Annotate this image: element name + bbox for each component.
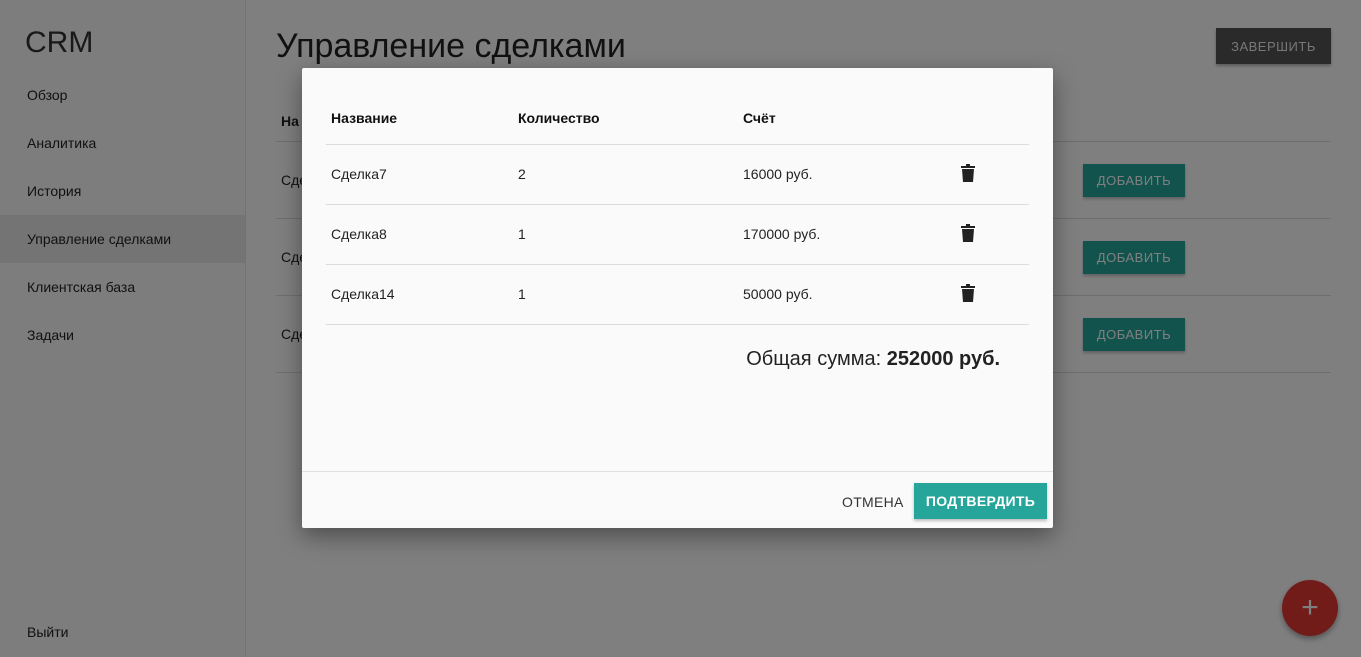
cell-name: Сделка8 (326, 204, 513, 265)
cancel-button[interactable]: ОТМЕНА (832, 484, 914, 520)
cell-actions (953, 204, 1029, 265)
cell-bill: 16000 руб. (738, 144, 953, 205)
cart-modal: Название Количество Счёт Сделка7 2 16000… (302, 68, 1053, 528)
total-sum: Общая сумма: 252000 руб. (746, 348, 1000, 371)
table-row: Сделка7 2 16000 руб. (326, 144, 1029, 205)
cart-table-header: Название Количество Счёт (326, 92, 1029, 145)
cell-quantity: 1 (513, 204, 738, 265)
cell-bill: 170000 руб. (738, 204, 953, 265)
trash-icon[interactable] (961, 223, 975, 242)
cell-name: Сделка14 (326, 264, 513, 325)
cell-actions (953, 264, 1029, 325)
cell-quantity: 2 (513, 144, 738, 205)
total-value: 252000 руб. (886, 348, 1000, 370)
column-header-actions (953, 92, 1029, 145)
modal-footer: ОТМЕНА ПОДТВЕРДИТЬ (302, 471, 1053, 528)
confirm-button[interactable]: ПОДТВЕРДИТЬ (914, 483, 1047, 519)
table-row: Сделка8 1 170000 руб. (326, 204, 1029, 265)
column-header-name: Название (326, 92, 513, 145)
column-header-quantity: Количество (513, 92, 738, 145)
cell-quantity: 1 (513, 264, 738, 325)
column-header-bill: Счёт (738, 92, 953, 145)
cell-name: Сделка7 (326, 144, 513, 205)
trash-icon[interactable] (961, 283, 975, 302)
total-label: Общая сумма: (746, 348, 882, 370)
table-row: Сделка14 1 50000 руб. (326, 264, 1029, 325)
cart-table: Название Количество Счёт Сделка7 2 16000… (326, 92, 1029, 325)
cell-bill: 50000 руб. (738, 264, 953, 325)
cell-actions (953, 144, 1029, 205)
trash-icon[interactable] (961, 163, 975, 182)
